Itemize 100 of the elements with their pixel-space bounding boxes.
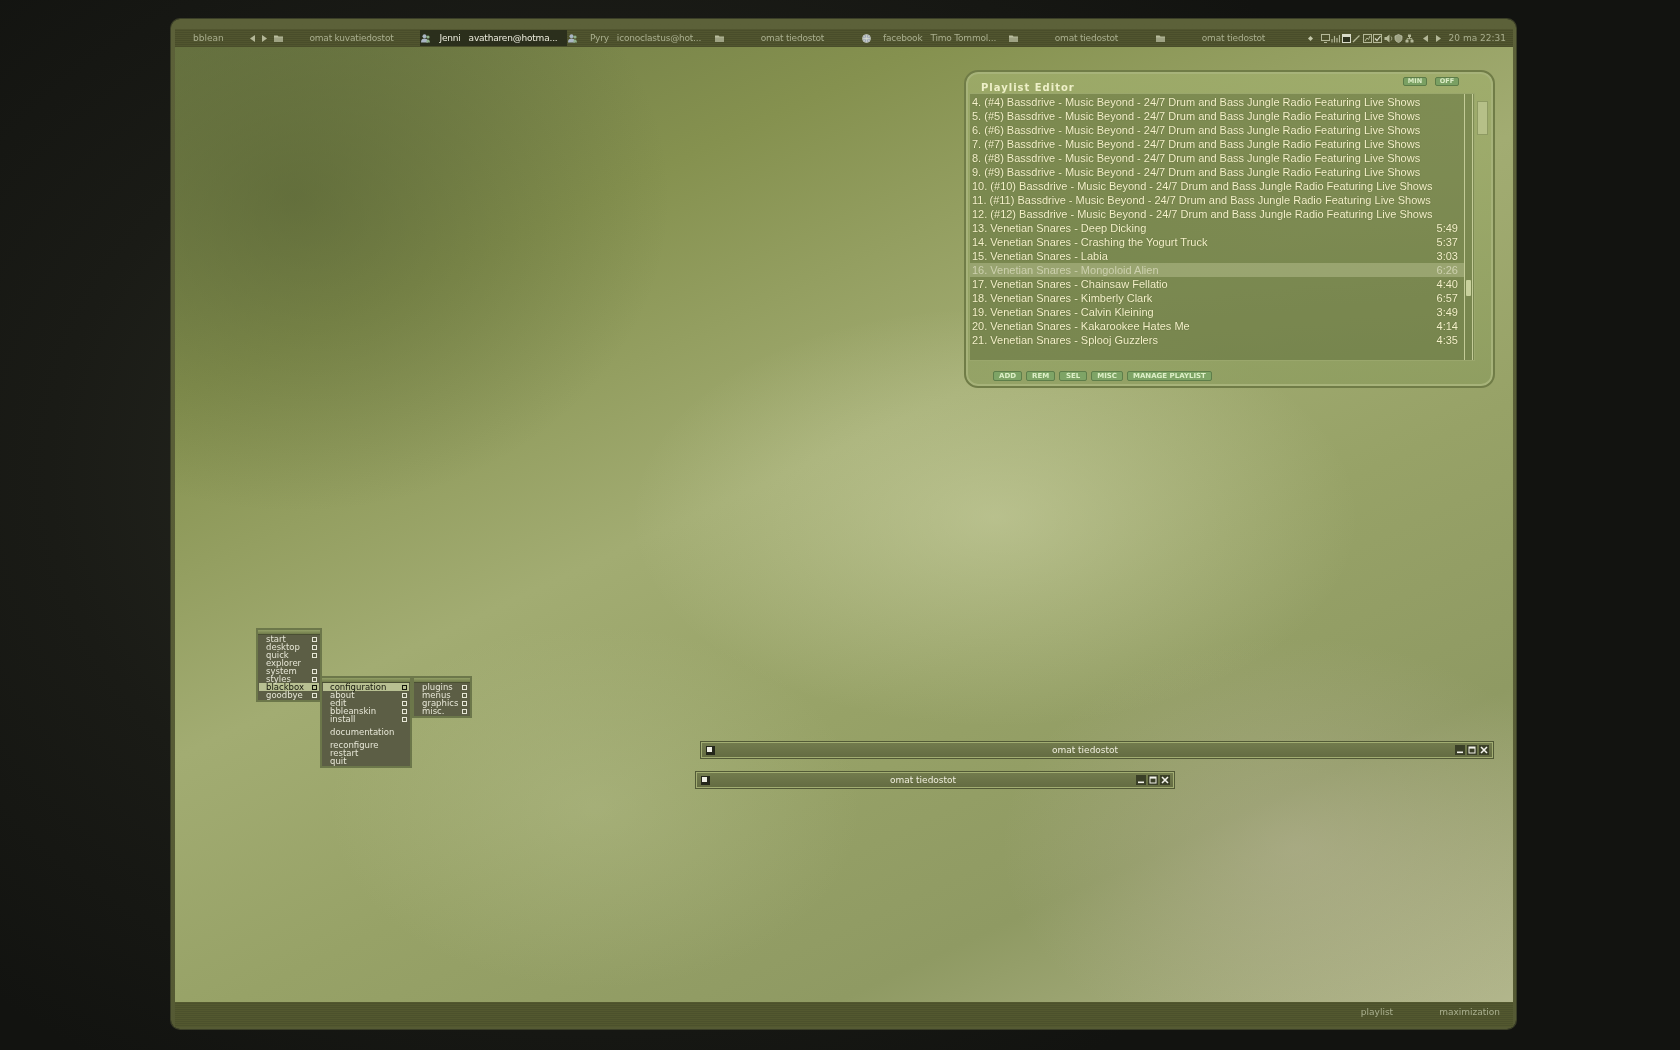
taskbar-task[interactable]: omat kuvatiedostot bbox=[273, 30, 420, 46]
folder-icon bbox=[1009, 33, 1018, 43]
minimize-button[interactable] bbox=[1136, 775, 1146, 785]
track-duration: 5:49 bbox=[1436, 221, 1458, 235]
chart-window-icon[interactable] bbox=[1362, 33, 1372, 43]
menu-item[interactable]: quick bbox=[259, 651, 319, 659]
track-title: 20. Venetian Snares - Kakarookee Hates Me bbox=[972, 319, 1191, 333]
track-duration: 4:40 bbox=[1436, 277, 1458, 291]
maximize-icon bbox=[1467, 745, 1477, 755]
left-arrow-icon[interactable] bbox=[1422, 34, 1428, 42]
menu-item[interactable]: menus bbox=[415, 691, 469, 699]
menu-item[interactable]: blackbox bbox=[259, 683, 319, 691]
track-title: 14. Venetian Snares - Crashing the Yogurt Truck bbox=[972, 235, 1209, 249]
menu-item[interactable]: quit bbox=[323, 757, 409, 765]
taskbar-task[interactable]: omat tiedostot bbox=[1155, 30, 1302, 46]
menu-item[interactable]: restart bbox=[323, 749, 409, 757]
menu-item[interactable]: misc. bbox=[415, 707, 469, 715]
folder-icon bbox=[715, 33, 724, 43]
track-title: 16. Venetian Snares - Mongoloid Alien bbox=[972, 263, 1160, 277]
track-title: 21. Venetian Snares - Splooj Guzzlers bbox=[972, 333, 1159, 347]
playlist-row[interactable]: 19. Venetian Snares - Calvin Kleining 3:49 bbox=[970, 305, 1464, 319]
clock-text: 20 ma 22:31 bbox=[1448, 32, 1506, 45]
taskbar-task[interactable]: facebook Timo Tommol... bbox=[861, 30, 1008, 46]
menu-item[interactable]: graphics bbox=[415, 699, 469, 707]
close-button[interactable] bbox=[1479, 745, 1489, 755]
check-icon[interactable] bbox=[1373, 33, 1383, 43]
track-title: 15. Venetian Snares - Labia bbox=[972, 249, 1109, 263]
network-icon[interactable] bbox=[1404, 33, 1414, 43]
playlist-row[interactable]: 20. Venetian Snares - Kakarookee Hates Me 4:14 bbox=[970, 319, 1464, 333]
track-duration: 5:37 bbox=[1436, 235, 1458, 249]
minimize-button[interactable] bbox=[1455, 745, 1465, 755]
playlist-row[interactable]: 21. Venetian Snares - Splooj Guzzlers 4:35 bbox=[970, 333, 1464, 347]
menu-item[interactable]: plugins bbox=[415, 683, 469, 691]
person-icon bbox=[568, 33, 577, 43]
taskbar-task[interactable]: omat tiedostot bbox=[1008, 30, 1155, 46]
window-title: omat tiedostot bbox=[1050, 744, 1120, 757]
menu-item[interactable]: system bbox=[259, 667, 319, 675]
minimize-icon bbox=[1455, 745, 1465, 755]
scrollbar-thumb[interactable] bbox=[1466, 280, 1471, 296]
diamond-icon[interactable] bbox=[1307, 35, 1313, 41]
panel-title: Playlist Editor bbox=[981, 82, 1076, 93]
menu-title-bar bbox=[414, 678, 470, 683]
right-arrow-icon[interactable] bbox=[262, 34, 267, 42]
track-title: 18. Venetian Snares - Kimberly Clark bbox=[972, 291, 1154, 305]
menu-item[interactable]: goodbye bbox=[259, 691, 319, 699]
menu-item[interactable]: bbleanskin bbox=[323, 707, 409, 715]
playlist-row[interactable]: 14. Venetian Snares - Crashing the Yogurt Truck 5:37 bbox=[970, 235, 1464, 249]
folder-icon bbox=[1156, 33, 1165, 43]
right-arrow-icon[interactable] bbox=[1435, 34, 1441, 42]
track-title: 19. Venetian Snares - Calvin Kleining bbox=[972, 305, 1155, 319]
track-duration: 4:35 bbox=[1436, 333, 1458, 347]
bar-graph-icon[interactable] bbox=[1331, 33, 1341, 43]
track-duration: 4:14 bbox=[1436, 319, 1458, 333]
window-title: omat tiedostot bbox=[888, 774, 958, 787]
track-title: 17. Venetian Snares - Chainsaw Fellatio bbox=[972, 277, 1169, 291]
menu-item[interactable]: documentation bbox=[323, 728, 409, 736]
window-titlebar[interactable]: omat tiedostot bbox=[701, 742, 1493, 758]
menu-item[interactable]: edit bbox=[323, 699, 409, 707]
track-duration: 6:57 bbox=[1436, 291, 1458, 305]
left-arrow-icon[interactable] bbox=[250, 34, 255, 42]
window-icon[interactable] bbox=[1341, 33, 1351, 43]
menu-item[interactable]: reconfigure bbox=[323, 741, 409, 749]
close-button[interactable] bbox=[1160, 775, 1170, 785]
taskbar-task[interactable]: Jenni avatharen@hotma... bbox=[420, 30, 567, 46]
minimize-icon bbox=[1136, 775, 1146, 785]
playlist-row[interactable]: 13. Venetian Snares - Deep Dicking 5:49 bbox=[970, 221, 1464, 235]
track-duration: 6:26 bbox=[1436, 263, 1458, 277]
track-duration: 3:03 bbox=[1436, 249, 1458, 263]
menu-title-bar bbox=[258, 630, 320, 635]
menu-item[interactable]: about bbox=[323, 691, 409, 699]
menu-item[interactable]: start bbox=[259, 635, 319, 643]
track-title: 13. Venetian Snares - Deep Dicking bbox=[972, 221, 1148, 235]
taskbar-task[interactable]: Pyry iconoclastus@hot... bbox=[567, 30, 714, 46]
maximize-button[interactable] bbox=[1467, 745, 1477, 755]
window-icon[interactable] bbox=[706, 745, 715, 755]
menu-item[interactable]: styles bbox=[259, 675, 319, 683]
window-icon[interactable] bbox=[701, 775, 710, 785]
workspace-label[interactable]: bblean bbox=[193, 30, 250, 46]
menu-item[interactable]: desktop bbox=[259, 643, 319, 651]
close-icon bbox=[1479, 745, 1489, 755]
folder-icon bbox=[274, 33, 283, 43]
playlist-row[interactable]: 18. Venetian Snares - Kimberly Clark 6:57 bbox=[970, 291, 1464, 305]
pen-icon[interactable] bbox=[1352, 33, 1362, 43]
playlist-row[interactable]: 17. Venetian Snares - Chainsaw Fellatio 4:40 bbox=[970, 277, 1464, 291]
track-duration: 3:49 bbox=[1436, 305, 1458, 319]
person-icon bbox=[421, 33, 430, 43]
shield-icon[interactable] bbox=[1394, 33, 1404, 43]
toolbar-item[interactable]: playlist bbox=[1360, 1006, 1394, 1018]
window-titlebar[interactable]: omat tiedostot bbox=[696, 772, 1174, 788]
speaker-icon[interactable] bbox=[1383, 33, 1393, 43]
toolbar-item[interactable]: maximization bbox=[1439, 1006, 1500, 1018]
monitor-icon[interactable] bbox=[1320, 33, 1330, 43]
taskbar-task[interactable]: omat tiedostot bbox=[714, 30, 861, 46]
playlist-row[interactable]: 15. Venetian Snares - Labia 3:03 bbox=[970, 249, 1464, 263]
close-icon bbox=[1160, 775, 1170, 785]
scroll-handle[interactable] bbox=[1477, 101, 1488, 135]
menu-item[interactable]: configuration bbox=[323, 683, 409, 691]
menu-item[interactable]: explorer bbox=[259, 659, 319, 667]
menu-item[interactable]: install bbox=[323, 715, 409, 723]
maximize-button[interactable] bbox=[1148, 775, 1158, 785]
